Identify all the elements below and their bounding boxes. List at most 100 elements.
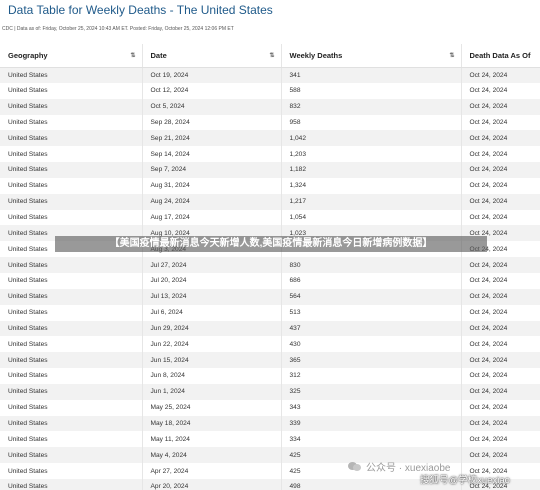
cell-date: Jun 8, 2024 bbox=[142, 368, 282, 384]
table-row: United States May 18, 2024 339 Oct 24, 2024 bbox=[0, 415, 540, 432]
table-row: United States Sep 14, 2024 1,203 Oct 24, 20… bbox=[0, 146, 540, 163]
cell-weekly-deaths: 1,324 bbox=[281, 177, 462, 194]
cell-weekly-deaths: 588 bbox=[281, 82, 462, 99]
cell-geography: United States bbox=[0, 146, 143, 163]
cell-date: Sep 28, 2024 bbox=[142, 114, 282, 131]
cell-date: Apr 20, 2024 bbox=[142, 478, 282, 490]
cell-death-data-as-of: Oct 24, 2024 bbox=[461, 431, 540, 448]
cell-weekly-deaths: 325 bbox=[281, 383, 462, 400]
cell-weekly-deaths: 832 bbox=[281, 98, 462, 115]
wechat-watermark: 公众号 · xuexiaobe bbox=[348, 459, 538, 474]
cell-date: May 18, 2024 bbox=[142, 415, 282, 432]
cell-geography: United States bbox=[0, 304, 143, 321]
table-row: United States Jun 1, 2024 325 Oct 24, 2024 bbox=[0, 383, 540, 400]
cell-date: Jul 6, 2024 bbox=[142, 304, 282, 321]
cell-death-data-as-of: Oct 24, 2024 bbox=[461, 257, 540, 273]
cell-geography: United States bbox=[0, 368, 143, 384]
cell-weekly-deaths: 339 bbox=[281, 415, 462, 432]
cell-death-data-as-of: Oct 24, 2024 bbox=[461, 177, 540, 194]
column-header-label: Geography bbox=[8, 50, 48, 60]
cell-geography: United States bbox=[0, 288, 143, 305]
sort-icon[interactable]: ⇅ bbox=[449, 52, 454, 59]
cell-death-data-as-of: Oct 24, 2024 bbox=[461, 193, 540, 210]
sohu-watermark: 搜狐号@学校xuexiao bbox=[420, 475, 510, 486]
cell-date: Jun 22, 2024 bbox=[142, 336, 282, 353]
cell-weekly-deaths: 312 bbox=[281, 368, 462, 384]
table-row: United States Aug 31, 2024 1,324 Oct 24, 20… bbox=[0, 177, 540, 194]
table-row: United States Oct 5, 2024 832 Oct 24, 2024 bbox=[0, 98, 540, 115]
cell-date: Sep 7, 2024 bbox=[142, 162, 282, 178]
column-header-weekly-deaths[interactable]: Weekly Deaths ⇅ bbox=[281, 44, 462, 68]
cell-weekly-deaths: 1,217 bbox=[281, 193, 462, 210]
table-body: United States Oct 19, 2024 341 Oct 24, 2024… bbox=[0, 67, 540, 490]
cell-weekly-deaths: 437 bbox=[281, 320, 462, 337]
column-header-death-data-as-of[interactable]: Death Data As Of bbox=[461, 44, 540, 68]
cell-death-data-as-of: Oct 24, 2024 bbox=[461, 146, 540, 163]
table-row: United States Jul 20, 2024 686 Oct 24, 2024 bbox=[0, 272, 540, 289]
weekly-deaths-table-container[interactable]: Geography ⇅ Date ⇅ Weekly Deaths ⇅ Death Da… bbox=[0, 44, 540, 490]
table-row: United States Jun 8, 2024 312 Oct 24, 2024 bbox=[0, 368, 540, 384]
cell-weekly-deaths: 564 bbox=[281, 288, 462, 305]
weekly-deaths-table: Geography ⇅ Date ⇅ Weekly Deaths ⇅ Death Da… bbox=[0, 44, 540, 490]
cell-death-data-as-of: Oct 24, 2024 bbox=[461, 82, 540, 99]
table-row: United States Oct 12, 2024 588 Oct 24, 2024 bbox=[0, 82, 540, 99]
cell-weekly-deaths: 686 bbox=[281, 272, 462, 289]
cell-geography: United States bbox=[0, 463, 143, 479]
cell-death-data-as-of: Oct 24, 2024 bbox=[461, 399, 540, 416]
cell-geography: United States bbox=[0, 272, 143, 289]
sort-icon[interactable]: ⇅ bbox=[130, 52, 135, 59]
cell-geography: United States bbox=[0, 431, 143, 448]
cell-weekly-deaths: 365 bbox=[281, 352, 462, 369]
page-title: Data Table for Weekly Deaths - The Unite… bbox=[8, 3, 273, 17]
table-row: United States Oct 19, 2024 341 Oct 24, 2024 bbox=[0, 67, 540, 83]
cell-death-data-as-of: Oct 24, 2024 bbox=[461, 415, 540, 432]
table-row: United States Jun 29, 2024 437 Oct 24, 2024 bbox=[0, 320, 540, 337]
cell-death-data-as-of: Oct 24, 2024 bbox=[461, 352, 540, 369]
cell-weekly-deaths: 343 bbox=[281, 399, 462, 416]
cell-geography: United States bbox=[0, 383, 143, 400]
cell-geography: United States bbox=[0, 209, 143, 226]
cell-weekly-deaths: 1,042 bbox=[281, 130, 462, 147]
cell-date: Oct 5, 2024 bbox=[142, 98, 282, 115]
cell-death-data-as-of: Oct 24, 2024 bbox=[461, 304, 540, 321]
cell-date: Oct 19, 2024 bbox=[142, 67, 282, 83]
cell-geography: United States bbox=[0, 415, 143, 432]
cell-geography: United States bbox=[0, 478, 143, 490]
cell-death-data-as-of: Oct 24, 2024 bbox=[461, 130, 540, 147]
cell-weekly-deaths: 513 bbox=[281, 304, 462, 321]
cell-date: Jun 15, 2024 bbox=[142, 352, 282, 369]
table-row: United States Jul 27, 2024 830 Oct 24, 2024 bbox=[0, 257, 540, 273]
cell-geography: United States bbox=[0, 98, 143, 115]
column-header-geography[interactable]: Geography ⇅ bbox=[0, 44, 143, 68]
cell-geography: United States bbox=[0, 336, 143, 353]
sort-icon[interactable]: ⇅ bbox=[269, 52, 274, 59]
column-header-date[interactable]: Date ⇅ bbox=[142, 44, 282, 68]
cell-date: Apr 27, 2024 bbox=[142, 463, 282, 479]
cell-death-data-as-of: Oct 24, 2024 bbox=[461, 383, 540, 400]
table-header-row: Geography ⇅ Date ⇅ Weekly Deaths ⇅ Death Da… bbox=[0, 44, 540, 68]
cell-geography: United States bbox=[0, 177, 143, 194]
headline-banner: 【美国疫情最新消息今天新增人数,美国疫情最新消息今日新增病例数据】 bbox=[55, 236, 487, 252]
cell-geography: United States bbox=[0, 352, 143, 369]
cell-geography: United States bbox=[0, 130, 143, 147]
cell-geography: United States bbox=[0, 162, 143, 178]
cell-date: Jul 20, 2024 bbox=[142, 272, 282, 289]
column-header-label: Death Data As Of bbox=[469, 50, 531, 60]
cell-weekly-deaths: 430 bbox=[281, 336, 462, 353]
table-row: United States Aug 24, 2024 1,217 Oct 24, 20… bbox=[0, 193, 540, 210]
column-header-label: Weekly Deaths bbox=[289, 50, 343, 60]
cell-geography: United States bbox=[0, 67, 143, 83]
table-row: United States May 11, 2024 334 Oct 24, 2024 bbox=[0, 431, 540, 448]
cell-date: Jun 29, 2024 bbox=[142, 320, 282, 337]
cell-date: Aug 31, 2024 bbox=[142, 177, 282, 194]
cell-weekly-deaths: 830 bbox=[281, 257, 462, 273]
cell-date: Aug 17, 2024 bbox=[142, 209, 282, 226]
cell-death-data-as-of: Oct 24, 2024 bbox=[461, 288, 540, 305]
cell-death-data-as-of: Oct 24, 2024 bbox=[461, 320, 540, 337]
cell-date: Oct 12, 2024 bbox=[142, 82, 282, 99]
cell-geography: United States bbox=[0, 257, 143, 273]
cell-weekly-deaths: 1,054 bbox=[281, 209, 462, 226]
table-row: United States Jul 6, 2024 513 Oct 24, 2024 bbox=[0, 304, 540, 321]
cell-date: Sep 14, 2024 bbox=[142, 146, 282, 163]
cell-death-data-as-of: Oct 24, 2024 bbox=[461, 98, 540, 115]
